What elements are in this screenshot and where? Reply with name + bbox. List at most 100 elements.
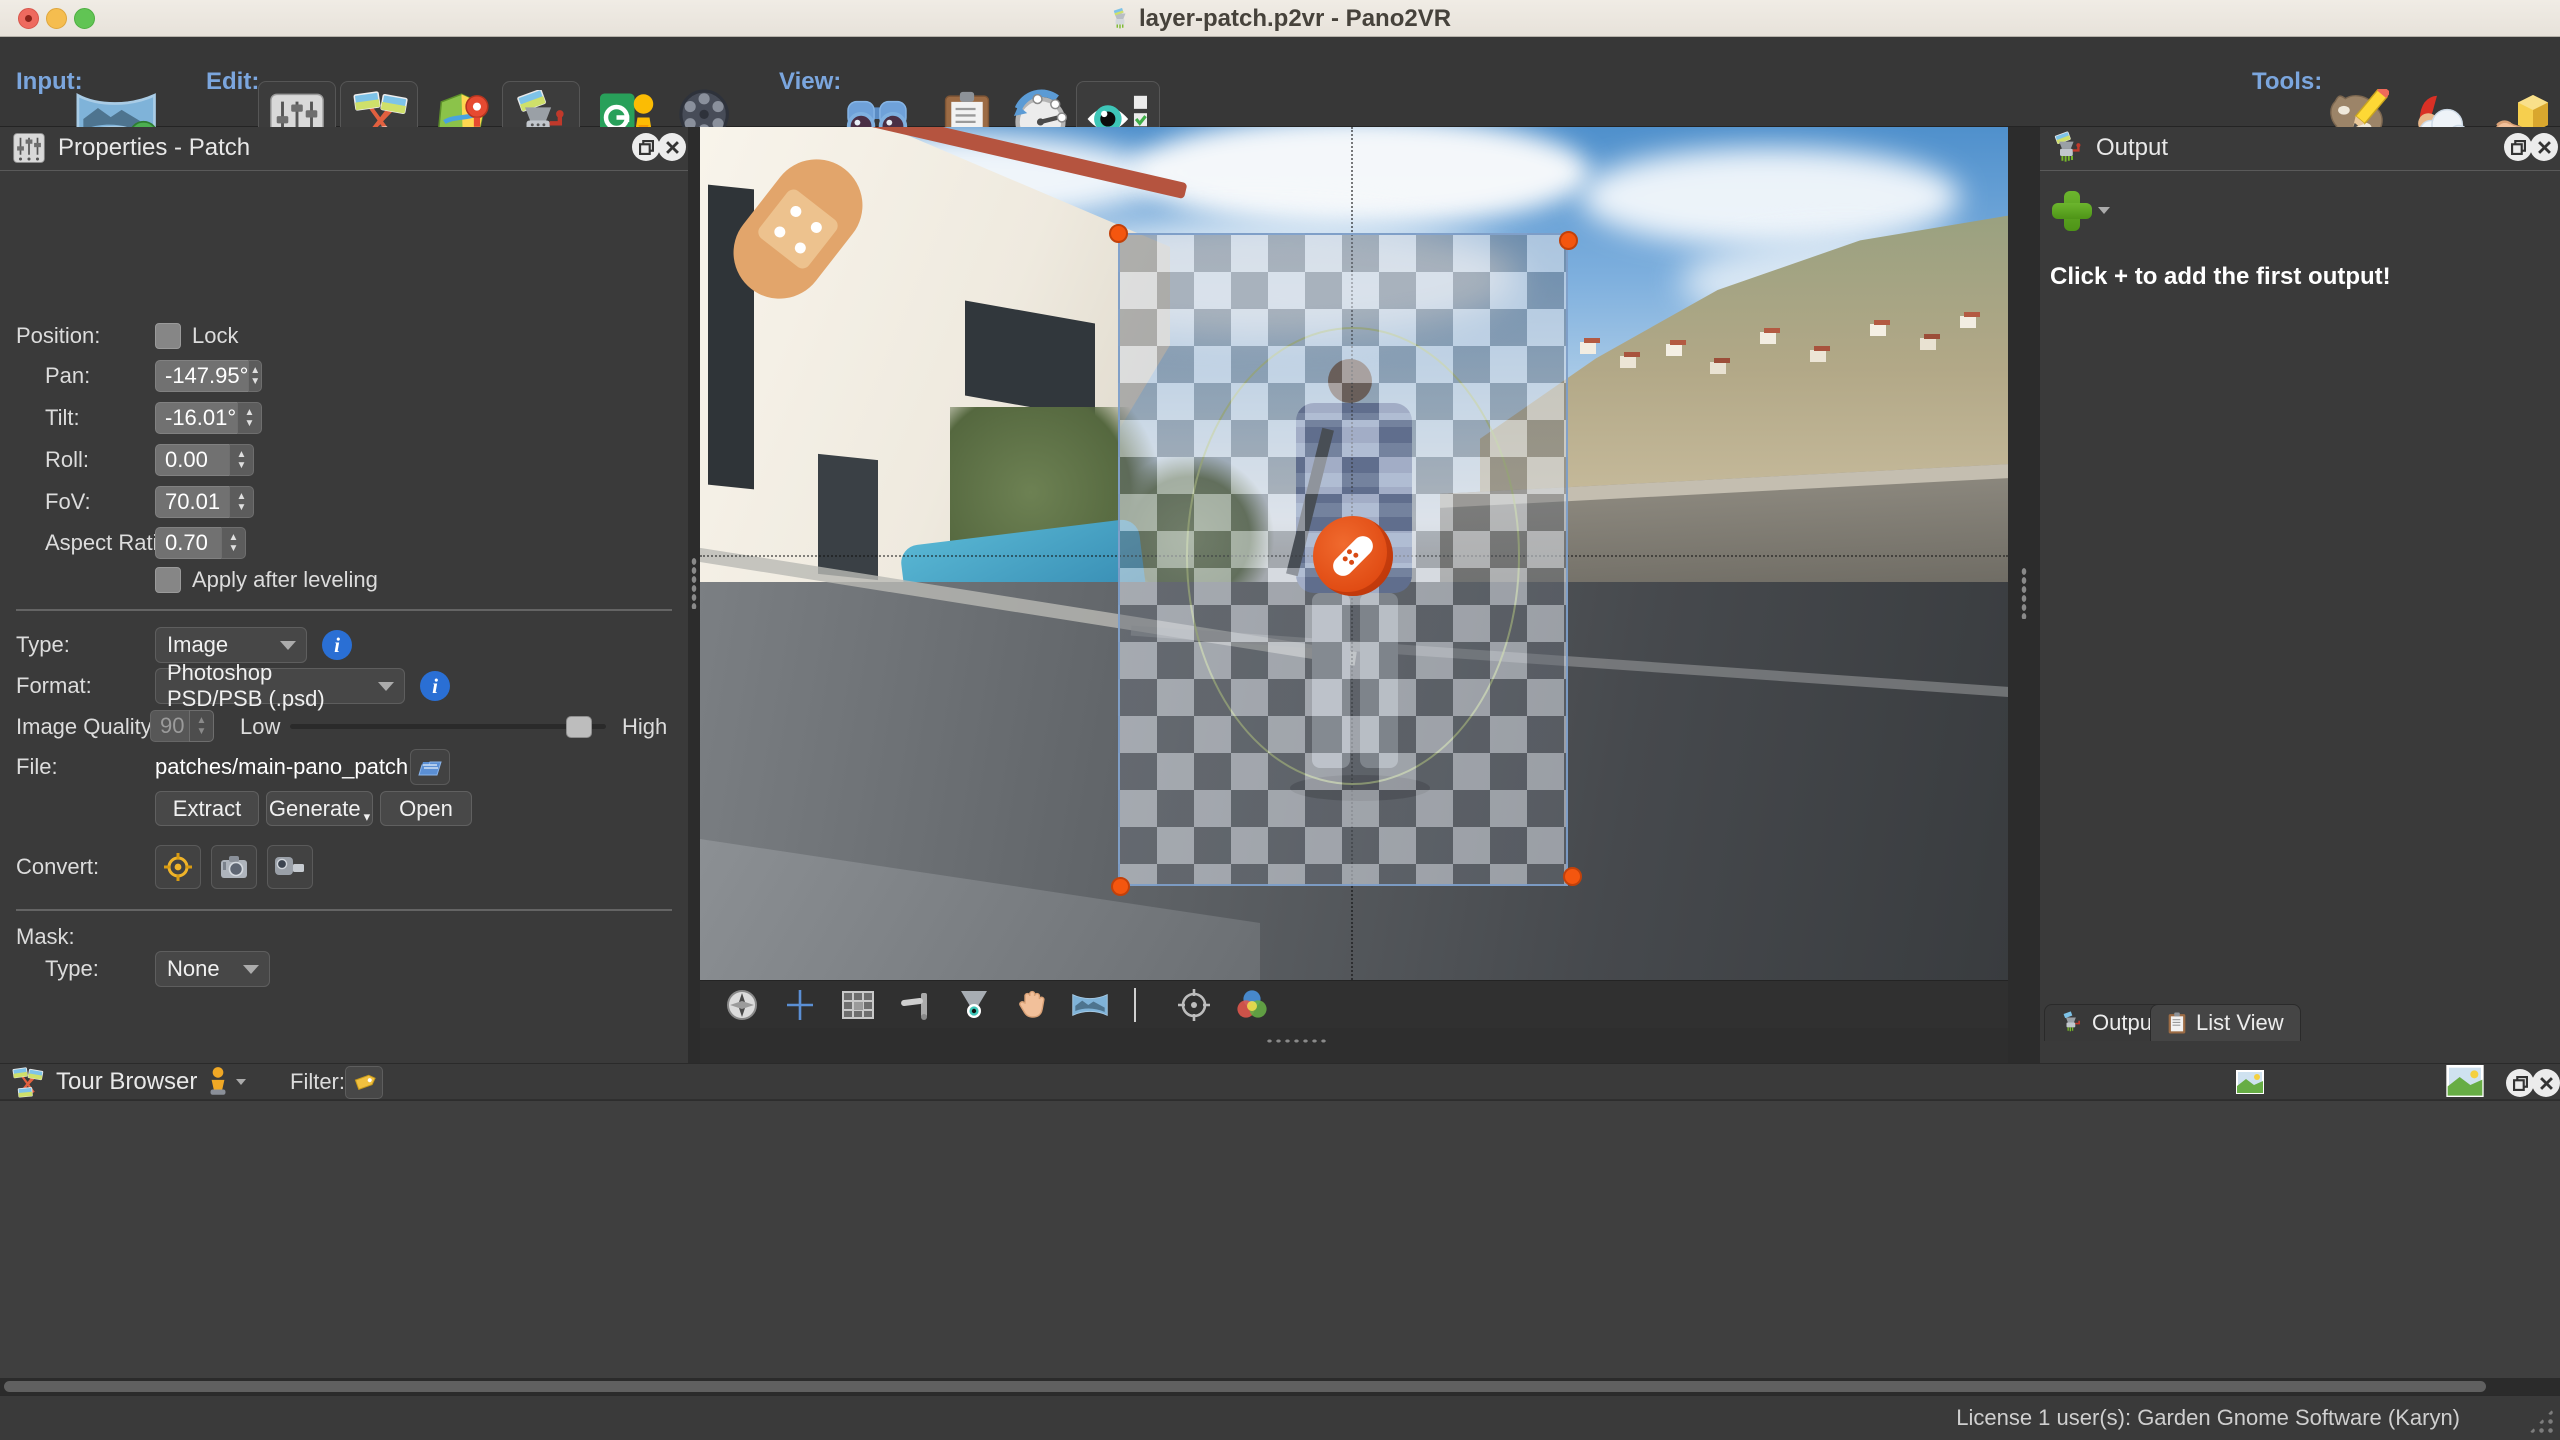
tour-browser-content: donor-pano ! 1 main-pano ! <box>0 1101 2560 1378</box>
chevron-down-icon <box>243 965 259 974</box>
lock-label: Lock <box>192 320 238 352</box>
step-up-icon: ▲ <box>250 365 260 376</box>
tour-browser-icon <box>10 1066 44 1105</box>
resize-grip[interactable] <box>2528 1408 2554 1434</box>
aspect-ratio-stepper[interactable]: ▲▼ <box>221 527 246 559</box>
output-panel: Output Click + to add the first output! <box>2040 127 2560 1063</box>
patch-handle-bottom-right[interactable] <box>1563 867 1582 886</box>
chevron-down-icon <box>378 682 394 691</box>
fov-input[interactable]: 70.01 <box>155 486 229 518</box>
roll-spinner[interactable]: 0.00 ▲▼ <box>155 444 254 476</box>
tab-list-view[interactable]: List View <box>2150 1004 2301 1041</box>
leveling-icon <box>899 989 933 1021</box>
app-icon <box>1109 8 1131 30</box>
left-splitter[interactable] <box>688 127 700 1063</box>
roll-label: Roll: <box>45 444 89 476</box>
close-tour-browser-button[interactable] <box>2532 1069 2560 1097</box>
generate-menu-caret: ▾ <box>364 809 371 825</box>
aspect-ratio-spinner[interactable]: 0.70 ▲▼ <box>155 527 246 559</box>
mask-type-select[interactable]: None <box>155 951 270 987</box>
float-panel-button[interactable] <box>632 133 660 161</box>
image-quality-spinner: 90 ▲▼ <box>150 710 214 742</box>
tilt-stepper[interactable]: ▲▼ <box>237 402 262 434</box>
add-output-button[interactable] <box>2052 191 2110 231</box>
close-output-panel-button[interactable] <box>2530 133 2558 161</box>
scrollbar-thumb[interactable] <box>4 1381 2486 1392</box>
float-output-panel-button[interactable] <box>2504 133 2532 161</box>
pan-input[interactable]: -147.95° <box>155 360 248 392</box>
panorama-scene[interactable] <box>700 127 2008 980</box>
filter-tag-button[interactable] <box>345 1066 383 1099</box>
type-select[interactable]: Image <box>155 627 307 663</box>
apply-after-leveling-label: Apply after leveling <box>192 564 378 596</box>
status-bar: License 1 user(s): Garden Gnome Software… <box>0 1395 2560 1440</box>
panorama-view-button[interactable] <box>1068 984 1112 1026</box>
view-cone-icon <box>957 988 991 1022</box>
convert-to-still-button[interactable] <box>211 845 257 889</box>
preview-colors-button[interactable] <box>1230 984 1274 1026</box>
convert-to-hotspot-button[interactable] <box>155 845 201 889</box>
pan-spinner[interactable]: -147.95° ▲▼ <box>155 360 262 392</box>
compass-button[interactable] <box>720 984 764 1026</box>
image-quality-slider-handle[interactable] <box>566 716 592 738</box>
open-button[interactable]: Open <box>380 791 472 826</box>
output-empty-message: Click + to add the first output! <box>2050 263 2391 291</box>
type-info-icon[interactable]: i <box>322 630 352 660</box>
panorama-viewer[interactable] <box>700 127 2008 1028</box>
panorama-icon <box>1071 991 1109 1019</box>
file-path-value: patches/main-pano_patch.psd <box>155 751 450 783</box>
target-icon <box>1176 987 1212 1023</box>
output-tab-icon <box>2061 1011 2083 1035</box>
pano2vr-window: layer-patch.p2vr - Pano2VR Input: Edit: <box>0 0 2560 1440</box>
patch-handle-top-right[interactable] <box>1559 231 1578 250</box>
tour-browser-title: Tour Browser <box>56 1064 197 1100</box>
position-label: Position: <box>16 320 100 352</box>
right-splitter[interactable] <box>2008 127 2040 1063</box>
tilt-spinner[interactable]: -16.01° ▲▼ <box>155 402 262 434</box>
convert-to-video-button[interactable] <box>267 845 313 889</box>
patch-marker[interactable] <box>1313 516 1393 596</box>
format-value: Photoshop PSD/PSB (.psd) <box>167 660 364 712</box>
output-panel-title: Output <box>2096 134 2168 162</box>
main-toolbar: Input: Edit: <box>0 37 2560 127</box>
view-cone-button[interactable] <box>952 984 996 1026</box>
title-bar: layer-patch.p2vr - Pano2VR <box>0 0 2560 37</box>
roll-input[interactable]: 0.00 <box>155 444 229 476</box>
pegman-menu-button[interactable] <box>205 1066 246 1098</box>
format-info-icon[interactable]: i <box>420 671 450 701</box>
aspect-ratio-input[interactable]: 0.70 <box>155 527 221 559</box>
fov-stepper[interactable]: ▲▼ <box>229 486 254 518</box>
hotspot-target-button[interactable] <box>1172 984 1216 1026</box>
thumbnail-size-small-icon <box>2236 1070 2264 1099</box>
crosshair-button[interactable] <box>778 984 822 1026</box>
viewer-toolbar <box>700 980 2008 1028</box>
viewer-bottom-splitter[interactable] <box>700 1028 2008 1063</box>
bandaid-icon <box>1329 532 1377 580</box>
roll-stepper[interactable]: ▲▼ <box>229 444 254 476</box>
tilt-input[interactable]: -16.01° <box>155 402 237 434</box>
apply-after-leveling-checkbox[interactable] <box>155 567 181 593</box>
pan-hand-button[interactable] <box>1010 984 1054 1026</box>
fov-spinner[interactable]: 70.01 ▲▼ <box>155 486 254 518</box>
pegman-icon <box>205 1066 231 1098</box>
browse-file-button[interactable] <box>410 749 450 785</box>
leveling-button[interactable] <box>894 984 938 1026</box>
horizontal-scrollbar[interactable] <box>0 1378 2560 1395</box>
lock-checkbox[interactable] <box>155 323 181 349</box>
float-tour-browser-button[interactable] <box>2506 1069 2534 1097</box>
generate-button[interactable]: Generate▾ <box>266 791 373 826</box>
close-icon <box>2538 141 2551 154</box>
extract-button[interactable]: Extract <box>155 791 259 826</box>
patch-handle-top-left[interactable] <box>1109 224 1128 243</box>
pan-stepper[interactable]: ▲▼ <box>248 360 262 392</box>
image-quality-stepper: ▲▼ <box>189 710 214 742</box>
format-select[interactable]: Photoshop PSD/PSB (.psd) <box>155 668 405 704</box>
grid-button[interactable] <box>836 984 880 1026</box>
camera-icon <box>219 854 249 880</box>
image-quality-slider[interactable] <box>290 724 606 729</box>
close-panel-button[interactable] <box>658 133 686 161</box>
patch-handle-bottom-left[interactable] <box>1111 877 1130 896</box>
folder-icon <box>417 757 443 777</box>
edit-section-label: Edit: <box>206 37 259 127</box>
window-title: layer-patch.p2vr - Pano2VR <box>0 0 2560 37</box>
